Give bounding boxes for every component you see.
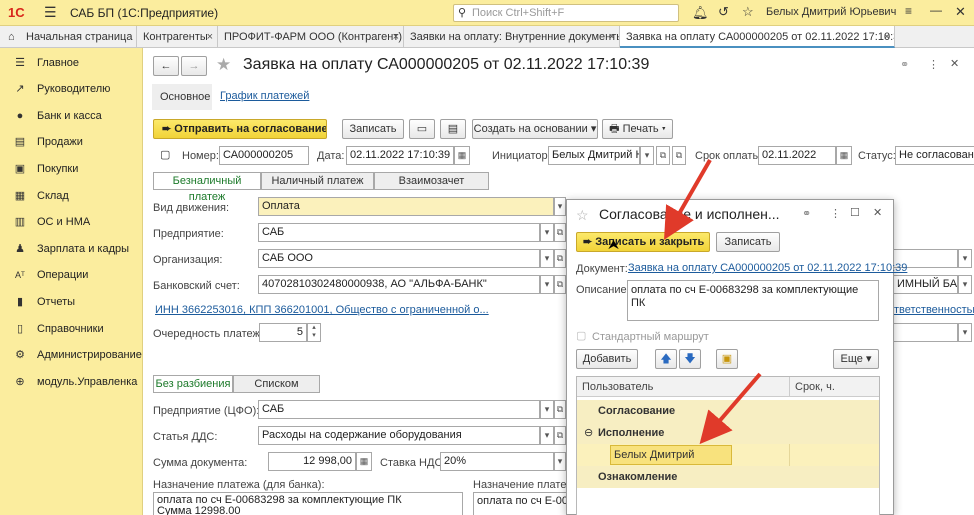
annotation-arrows (664, 159, 762, 445)
arrow-to-save-close (664, 159, 712, 240)
arrow-to-user-row (699, 372, 762, 445)
